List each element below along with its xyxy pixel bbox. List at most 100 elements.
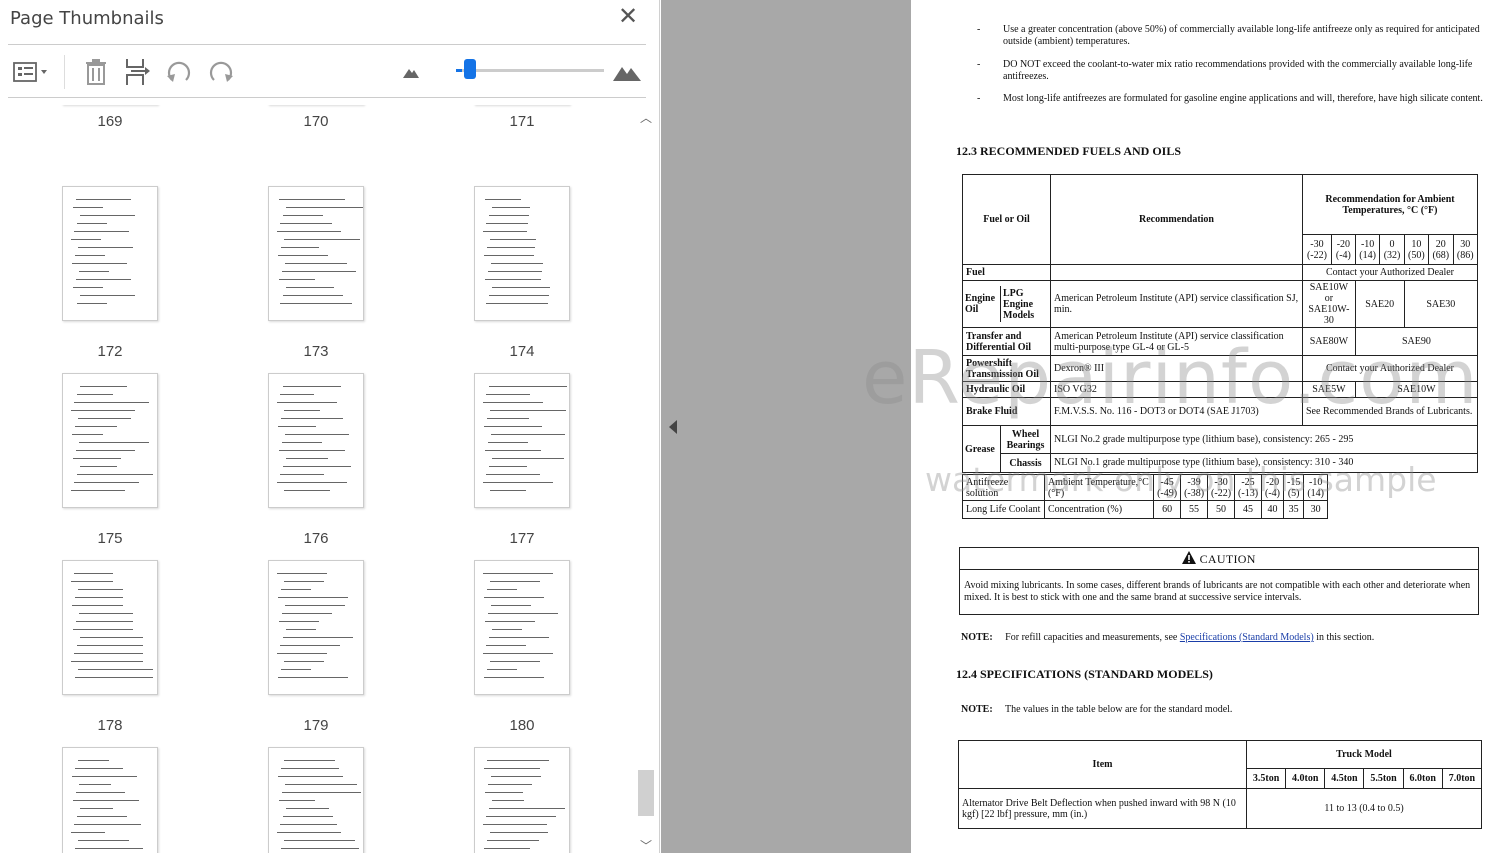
thumbnail-page-number: 169 <box>97 113 123 130</box>
table-cell: SAE90 <box>1354 327 1479 356</box>
thumbnail-page-image[interactable] <box>62 373 158 508</box>
thumbnail-page-image[interactable] <box>62 747 158 853</box>
thumbnail-page-number: 170 <box>303 113 329 130</box>
scroll-down-icon[interactable]: ﹀ <box>640 837 652 853</box>
thumbnail-page-number: 178 <box>97 717 123 734</box>
thumbnail-page-image[interactable] <box>474 747 570 853</box>
thumbnail-scrollbar[interactable]: ︿ ﹀ <box>636 105 656 853</box>
thumbnail-text-line <box>488 784 532 785</box>
thumbnail-text-line <box>277 653 327 654</box>
thumbnail-text-line <box>489 466 527 467</box>
thumbnail-text-line <box>284 840 355 841</box>
table-cell: 11 to 13 (0.4 to 0.5) <box>1246 788 1482 829</box>
extract-page-button[interactable] <box>122 55 152 89</box>
thumbnail-text-line <box>277 482 347 483</box>
table-header: Recommendation <box>1050 174 1303 265</box>
thumbnail-text-line <box>79 613 133 614</box>
thumbnail-text-line <box>284 239 360 240</box>
thumbnail-page-image[interactable] <box>268 747 364 853</box>
thumbnail-text-line <box>282 613 332 614</box>
thumbnail-page-number: 172 <box>97 343 123 360</box>
zoom-in-button[interactable] <box>610 55 644 89</box>
scroll-up-icon[interactable]: ︿ <box>640 109 652 126</box>
wheel-recommendation: NLGI No.2 grade multipurpose type (lithi… <box>1051 427 1477 454</box>
thumbnail-page-image[interactable] <box>474 186 570 321</box>
thumbnail-page-image[interactable] <box>474 560 570 695</box>
thumbnail-text-line <box>483 573 553 574</box>
thumbnail-text-line <box>71 661 143 662</box>
panel-title: Page Thumbnails <box>10 8 164 29</box>
close-panel-button[interactable]: ✕ <box>616 4 640 30</box>
rotate-right-button[interactable] <box>206 55 236 89</box>
zoom-out-button[interactable] <box>400 55 422 89</box>
options-menu-button[interactable] <box>10 55 52 89</box>
table-cell: ISO VG32 <box>1050 381 1303 398</box>
thumbnail-text-line <box>77 303 107 304</box>
thumbnail-text-line <box>489 808 565 809</box>
table-cell: Grease Wheel Bearings Chassis <box>962 425 1051 473</box>
table-cell: 45 <box>1234 500 1263 519</box>
table-cell: American Petroleum Institute (API) servi… <box>1050 327 1303 356</box>
thumbnail-page-image[interactable] <box>62 560 158 695</box>
table-cell: 10 (50) <box>1403 234 1430 265</box>
extract-page-icon <box>126 59 150 85</box>
thumbnail-page-number: 173 <box>303 343 329 360</box>
thumbnail-text-line <box>78 418 131 419</box>
specifications-link[interactable]: Specifications (Standard Models) <box>1180 632 1314 643</box>
thumbnail-text-line <box>286 458 328 459</box>
thumbnail-page-image[interactable] <box>62 186 158 321</box>
thumbnail-page-image[interactable] <box>268 186 364 321</box>
thumbnail-grid: 169 170 171 172 173 174 175 176 177 178 179 180 <box>8 105 632 853</box>
standard-model-note: NOTE: The values in the table below are … <box>961 704 1232 715</box>
table-header: 5.5ton <box>1363 768 1404 789</box>
thumbnail-text-line <box>486 816 556 817</box>
thumbnail-text-line <box>487 418 529 419</box>
rotate-left-button[interactable] <box>164 55 194 89</box>
thumbnail-page-image[interactable] <box>474 373 570 508</box>
refill-note: NOTE: For refill capacities and measurem… <box>961 632 1374 643</box>
thumbnail-page-image[interactable] <box>268 560 364 695</box>
thumbnail-text-line <box>483 824 547 825</box>
table-header: 7.0ton <box>1441 768 1483 789</box>
scrollbar-thumb[interactable] <box>638 770 654 816</box>
table-cell: F.M.V.S.S. No. 116 - DOT3 or DOT4 (SAE J… <box>1050 397 1303 426</box>
delete-page-button[interactable] <box>82 55 110 89</box>
thumbnail-page-number: 174 <box>509 343 535 360</box>
thumbnail-text-line <box>486 645 526 646</box>
slider-handle[interactable] <box>463 59 476 79</box>
rotate-right-icon <box>209 61 233 82</box>
thumbnail-text-line <box>278 677 348 678</box>
thumbnail-text-line <box>71 490 125 491</box>
thumbnail-text-line <box>286 808 329 809</box>
table-cell: Concentration (%) <box>1043 500 1155 519</box>
thumbnail-text-line <box>277 573 327 574</box>
thumbnail-text-line <box>277 231 341 232</box>
thumbnail-text-line <box>492 629 522 630</box>
thumbnail-text-line <box>75 426 117 427</box>
table-cell: Engine Oil LPG Engine Models <box>962 280 1051 328</box>
thumbnail-text-line <box>484 597 544 598</box>
thumbnail-text-line <box>490 661 540 662</box>
thumbnail-text-line <box>78 760 109 761</box>
table-cell: -10 (14) <box>1303 474 1328 501</box>
table-cell: 20 (68) <box>1428 234 1454 265</box>
warning-triangle-icon <box>1182 551 1197 564</box>
table-header: Item <box>958 740 1247 789</box>
thumbnail-text-line <box>492 800 524 801</box>
thumbnail-text-line <box>80 637 143 638</box>
thumbnail-text-line <box>284 581 324 582</box>
thumbnail-size-slider[interactable] <box>456 69 604 72</box>
thumbnail-text-line <box>484 426 542 427</box>
thumbnail-text-line <box>279 279 315 280</box>
thumbnail-page-image[interactable] <box>268 373 364 508</box>
thumbnail-text-line <box>277 832 341 833</box>
thumbnail-text-line <box>80 466 117 467</box>
table-cell: Powershift Transmission Oil <box>962 355 1051 382</box>
collapse-panel-icon[interactable] <box>669 420 677 434</box>
thumbnail-text-line <box>282 442 322 443</box>
caution-box: CAUTION Avoid mixing lubricants. In some… <box>959 547 1479 615</box>
thumbnail-text-line <box>279 800 315 801</box>
thumbnail-text-line <box>77 816 127 817</box>
table-cell <box>1050 264 1303 281</box>
table-cell: Hydraulic Oil <box>962 381 1051 398</box>
